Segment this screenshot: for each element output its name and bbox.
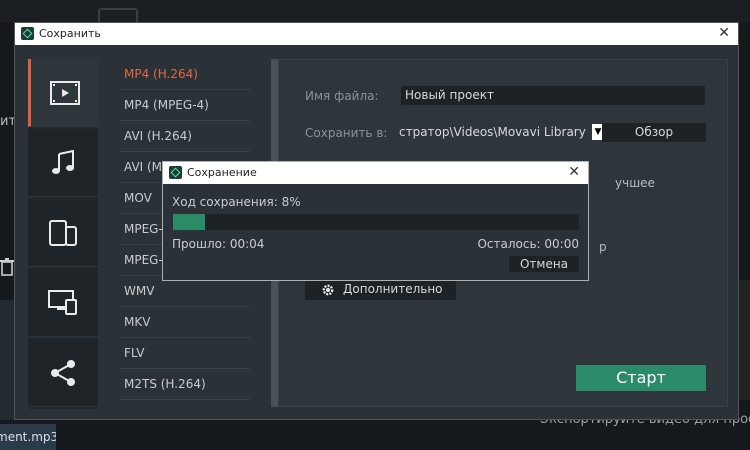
trash-icon[interactable]: [0, 258, 14, 278]
background-timeline-strip: [0, 300, 14, 420]
app-icon: [21, 27, 34, 40]
format-item[interactable]: MKV: [120, 307, 250, 338]
browse-button[interactable]: Обзор: [602, 123, 706, 142]
tv-icon: [48, 289, 77, 315]
save-in-label: Сохранить в:: [305, 126, 388, 140]
filename-field[interactable]: Новый проект: [401, 86, 705, 105]
close-icon[interactable]: ✕: [568, 164, 580, 180]
tab-devices[interactable]: [28, 199, 98, 267]
dialog-titlebar: Сохранение ✕: [163, 162, 588, 184]
window-titlebar: Сохранить ✕: [15, 23, 738, 45]
start-button[interactable]: Старт: [576, 365, 706, 391]
folder-icon: [98, 8, 138, 22]
save-in-select[interactable]: стратор\Videos\Movavi Library: [399, 123, 591, 142]
format-item[interactable]: M2TS (H.264): [120, 369, 250, 400]
audio-clip-label: ment.mp3: [0, 430, 56, 444]
app-icon: [169, 166, 182, 179]
saving-dialog: Сохранение ✕ Ход сохранения: 8% Прошло: …: [162, 161, 589, 281]
progress-bar: [173, 214, 579, 230]
format-item[interactable]: FLV: [120, 338, 250, 369]
music-icon: [52, 149, 74, 174]
remaining-time: Осталось: 00:00: [477, 237, 579, 251]
dialog-title: Сохранение: [187, 166, 257, 179]
background-panel-right: [738, 280, 750, 400]
filename-label: Имя файла:: [305, 89, 379, 103]
cancel-button[interactable]: Отмена: [509, 256, 579, 272]
background-toolbar: [0, 0, 750, 22]
window-title: Сохранить: [39, 27, 101, 40]
tab-tv[interactable]: [28, 269, 98, 337]
close-icon[interactable]: ✕: [718, 25, 730, 41]
tab-share[interactable]: [28, 339, 98, 407]
category-tabs: [28, 59, 98, 409]
progress-bar-fill: [173, 214, 206, 230]
devices-icon: [49, 219, 77, 246]
format-item[interactable]: MP4 (MPEG-4): [120, 90, 250, 121]
tab-audio[interactable]: [28, 129, 98, 197]
tab-video[interactable]: [28, 59, 98, 127]
gear-icon: [321, 282, 335, 304]
background-audio-clip[interactable]: ment.mp3: [0, 424, 56, 450]
format-item[interactable]: MP4 (H.264): [120, 59, 250, 90]
progress-label: Ход сохранения: 8%: [172, 195, 301, 209]
advanced-button[interactable]: Дополнительно: [305, 278, 456, 300]
elapsed-time: Прошло: 00:04: [172, 237, 265, 251]
setting-label-partial: р: [599, 240, 607, 254]
video-icon: [49, 80, 80, 105]
quality-label-partial: учшее: [615, 176, 655, 190]
advanced-button-label: Дополнительно: [343, 282, 443, 296]
format-item[interactable]: AVI (H.264): [120, 121, 250, 152]
share-icon: [51, 359, 75, 386]
